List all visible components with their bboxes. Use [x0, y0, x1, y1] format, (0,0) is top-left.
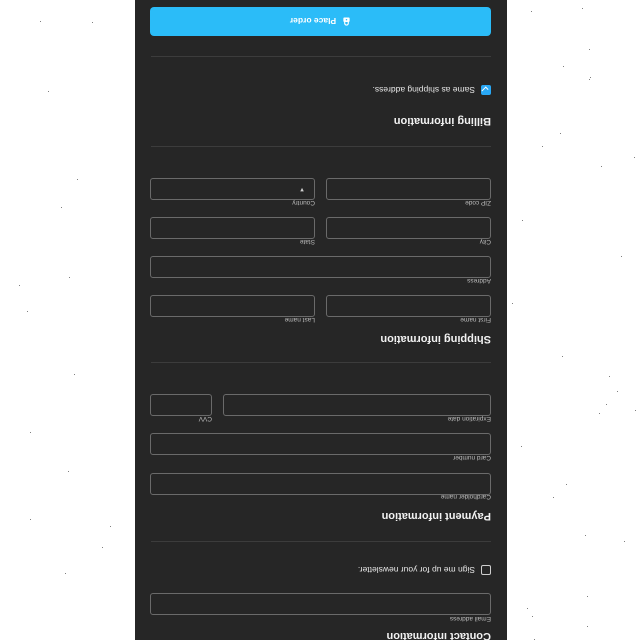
background-speck — [532, 616, 533, 617]
contact-section-title: Contact information — [386, 630, 492, 640]
background-speck — [74, 374, 75, 375]
cvv-label: CVV — [198, 415, 212, 422]
background-speck — [601, 166, 602, 167]
background-speck — [521, 446, 522, 447]
zip-code-label: ZIP code — [465, 199, 491, 206]
background-speck — [512, 303, 513, 304]
background-speck — [522, 220, 523, 221]
background-speck — [40, 21, 41, 22]
city-label: City — [479, 238, 491, 245]
billing-section-title: Billing information — [393, 115, 491, 127]
email-field[interactable] — [150, 593, 491, 615]
background-speck — [609, 376, 610, 377]
background-speck — [527, 608, 528, 609]
page-stage: Contact information Email address Sign m… — [0, 0, 640, 640]
background-speck — [624, 541, 625, 542]
background-speck — [560, 133, 561, 134]
background-speck — [589, 79, 590, 80]
background-speck — [635, 410, 636, 411]
card-number-field[interactable] — [150, 433, 491, 455]
place-order-label: Place order — [289, 16, 337, 27]
background-speck — [30, 432, 31, 433]
cvv-field[interactable] — [150, 394, 212, 416]
state-label: State — [299, 238, 315, 245]
background-speck — [563, 66, 564, 67]
country-select[interactable]: ▼ — [150, 178, 315, 200]
background-speck — [553, 497, 554, 498]
first-name-label: First name — [460, 316, 491, 323]
background-speck — [48, 91, 49, 92]
section-divider — [151, 362, 491, 363]
section-divider — [151, 541, 491, 542]
state-field[interactable] — [150, 217, 315, 239]
background-speck — [542, 146, 543, 147]
background-speck — [590, 77, 591, 78]
background-speck — [27, 311, 28, 312]
email-label: Email address — [449, 615, 491, 622]
background-speck — [589, 49, 590, 50]
background-speck — [65, 573, 66, 574]
newsletter-checkbox[interactable] — [481, 565, 491, 575]
background-speck — [110, 526, 111, 527]
background-speck — [606, 404, 607, 405]
cardholder-name-field[interactable] — [150, 473, 491, 495]
background-speck — [61, 207, 62, 208]
expiration-date-field[interactable] — [223, 394, 491, 416]
newsletter-label: Sign me up for your newsletter. — [357, 565, 475, 575]
expiration-date-label: Expiration date — [447, 415, 491, 422]
background-speck — [531, 11, 532, 12]
background-speck — [617, 391, 618, 392]
shipping-section-title: Shipping information — [380, 333, 491, 345]
background-speck — [621, 256, 622, 257]
card-number-label: Card number — [453, 454, 491, 461]
dropdown-arrow-icon: ▼ — [299, 186, 305, 192]
last-name-label: Last name — [284, 316, 315, 323]
lock-icon — [343, 17, 350, 26]
same-as-shipping-checkbox[interactable] — [481, 85, 491, 95]
same-as-shipping-label: Same as shipping address. — [372, 85, 475, 95]
section-divider — [151, 56, 491, 57]
zip-code-field[interactable] — [326, 178, 491, 200]
background-speck — [587, 596, 588, 597]
background-speck — [77, 179, 78, 180]
background-speck — [69, 277, 70, 278]
background-speck — [92, 22, 93, 23]
section-divider — [151, 146, 491, 147]
background-speck — [582, 8, 583, 9]
background-speck — [68, 471, 69, 472]
background-speck — [30, 519, 31, 520]
payment-section-title: Payment information — [381, 510, 491, 522]
background-speck — [562, 356, 563, 357]
city-field[interactable] — [326, 217, 491, 239]
background-speck — [587, 626, 588, 627]
background-speck — [585, 535, 586, 536]
background-speck — [566, 484, 567, 485]
last-name-field[interactable] — [150, 295, 315, 317]
address-field[interactable] — [150, 256, 491, 278]
background-speck — [599, 413, 600, 414]
place-order-button[interactable]: Place order — [150, 7, 491, 36]
background-speck — [19, 285, 20, 286]
address-label: Address — [467, 277, 491, 284]
country-label: Country — [292, 199, 315, 206]
first-name-field[interactable] — [326, 295, 491, 317]
background-speck — [634, 157, 635, 158]
checkout-form-panel: Contact information Email address Sign m… — [135, 0, 507, 640]
background-speck — [102, 547, 103, 548]
